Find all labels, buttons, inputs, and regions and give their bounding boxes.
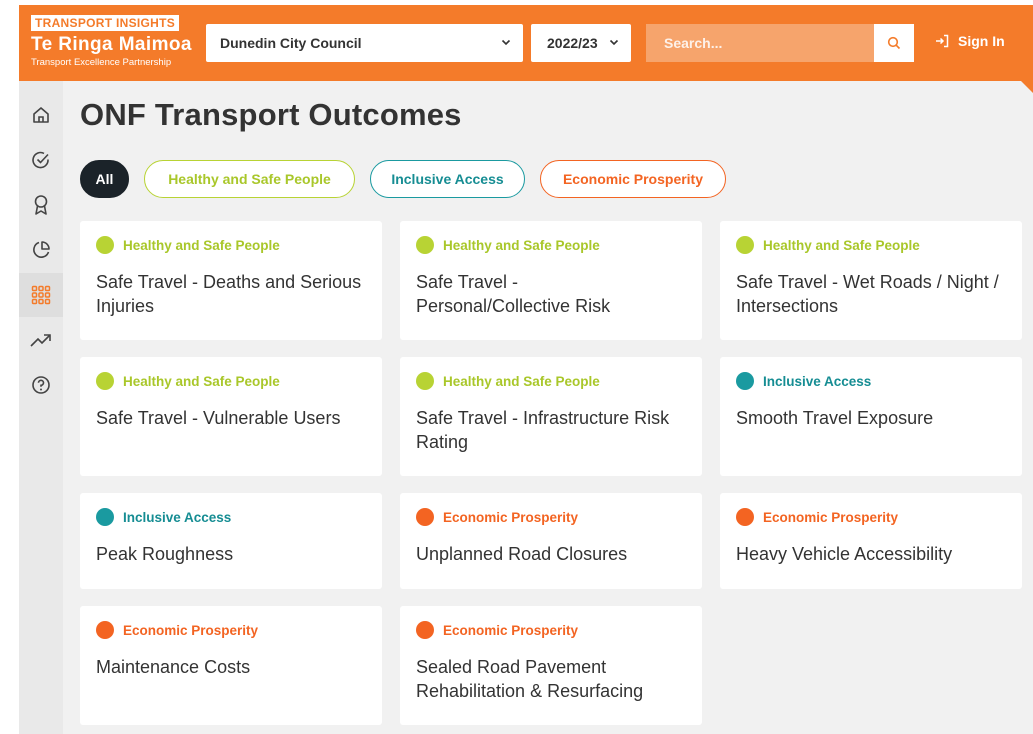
card-title: Peak Roughness [96, 544, 234, 564]
logo-top-text: TRANSPORT INSIGHTS [31, 15, 180, 31]
card-category: Economic Prosperity [736, 508, 898, 526]
sidebar-item-help[interactable] [19, 363, 63, 407]
card-title: Unplanned Road Closures [416, 544, 628, 564]
sign-in-label: Sign In [958, 33, 1005, 49]
sidebar-item-trends[interactable] [19, 318, 63, 362]
card-title: Heavy Vehicle Accessibility [736, 544, 953, 564]
card-category-label: Healthy and Safe People [123, 373, 280, 389]
card-category-label: Economic Prosperity [443, 509, 579, 525]
logo[interactable]: TRANSPORT INSIGHTS Te Ringa Maimoa Trans… [31, 14, 199, 74]
card-title: Smooth Travel Exposure [736, 408, 934, 428]
outcome-card[interactable]: Healthy and Safe People Safe Travel - Vu… [80, 357, 382, 476]
card-category-label: Economic Prosperity [443, 622, 579, 638]
outcome-card[interactable]: Healthy and Safe People Safe Travel - We… [720, 221, 1022, 340]
card-title: Safe Travel - Vulnerable Users [96, 408, 341, 428]
year-select[interactable]: 2022/23 [531, 24, 631, 62]
chevron-down-icon [501, 39, 511, 46]
card-category: Inclusive Access [96, 508, 231, 526]
card-title: Safe Travel - Infrastructure Risk Rating [416, 408, 670, 452]
outcome-card[interactable]: Healthy and Safe People Safe Travel - In… [400, 357, 702, 476]
category-dot [736, 236, 754, 254]
pie-chart-icon [33, 241, 50, 258]
card-category-label: Inclusive Access [763, 373, 872, 389]
logo-main-text: Te Ringa Maimoa [31, 34, 192, 55]
card-category-label: Inclusive Access [123, 509, 232, 525]
card-title: Safe Travel - Personal/Collective Risk [416, 272, 611, 316]
outcome-card[interactable]: Economic Prosperity Unplanned Road Closu… [400, 493, 702, 589]
sidebar [19, 81, 63, 734]
grid-icon [31, 285, 51, 305]
card-category-label: Healthy and Safe People [443, 237, 600, 253]
card-category-label: Economic Prosperity [763, 509, 899, 525]
card-category: Inclusive Access [736, 372, 871, 390]
sidebar-item-outcomes[interactable] [19, 273, 63, 317]
filter-economic-prosperity[interactable]: Economic Prosperity [540, 160, 726, 198]
category-dot [736, 372, 754, 390]
category-dot [96, 236, 114, 254]
filter-healthy-safe[interactable]: Healthy and Safe People [144, 160, 355, 198]
outcome-card[interactable]: Inclusive Access Smooth Travel Exposure [720, 357, 1022, 476]
card-category: Economic Prosperity [416, 621, 578, 639]
search-input[interactable] [646, 24, 874, 62]
help-circle-icon [32, 376, 50, 394]
filter-inclusive-access[interactable]: Inclusive Access [370, 160, 525, 198]
card-category: Healthy and Safe People [416, 236, 600, 254]
council-select-value: Dunedin City Council [220, 35, 362, 51]
card-category: Healthy and Safe People [416, 372, 600, 390]
app-window: TRANSPORT INSIGHTS Te Ringa Maimoa Trans… [19, 5, 1033, 734]
card-category: Economic Prosperity [416, 508, 578, 526]
category-dot [736, 508, 754, 526]
card-category: Healthy and Safe People [96, 236, 280, 254]
page-title: ONF Transport Outcomes [80, 97, 462, 132]
outcome-card[interactable]: Healthy and Safe People Safe Travel - Pe… [400, 221, 702, 340]
category-dot [416, 372, 434, 390]
outcome-card[interactable]: Economic Prosperity Sealed Road Pavement… [400, 606, 702, 725]
card-title: Sealed Road Pavement Rehabilitation & Re… [416, 657, 644, 701]
check-circle-icon [32, 151, 49, 169]
sign-in-button[interactable]: Sign In [935, 33, 1005, 49]
award-icon [34, 195, 48, 215]
home-icon [33, 107, 49, 123]
card-category: Healthy and Safe People [736, 236, 920, 254]
sidebar-item-checks[interactable] [19, 138, 63, 182]
outcome-card[interactable]: Healthy and Safe People Safe Travel - De… [80, 221, 382, 340]
card-title: Safe Travel - Deaths and Serious Injurie… [96, 272, 362, 316]
card-category-label: Healthy and Safe People [123, 237, 280, 253]
chevron-down-icon [609, 39, 619, 46]
header-corner [1021, 81, 1033, 93]
card-category: Economic Prosperity [96, 621, 258, 639]
card-category: Healthy and Safe People [96, 372, 280, 390]
category-dot [96, 372, 114, 390]
logo-sub-text: Transport Excellence Partnership [31, 57, 172, 68]
category-dot [416, 621, 434, 639]
category-dot [416, 508, 434, 526]
category-dot [416, 236, 434, 254]
card-title: Safe Travel - Wet Roads / Night / Inters… [736, 272, 999, 316]
category-dot [96, 508, 114, 526]
category-dot [96, 621, 114, 639]
sidebar-item-charts[interactable] [19, 228, 63, 272]
outcome-card[interactable]: Economic Prosperity Heavy Vehicle Access… [720, 493, 1022, 589]
council-select[interactable]: Dunedin City Council [206, 24, 523, 62]
year-select-value: 2022/23 [547, 35, 598, 51]
trending-up-icon [30, 334, 51, 347]
outcome-card[interactable]: Economic Prosperity Maintenance Costs [80, 606, 382, 725]
card-category-label: Healthy and Safe People [443, 373, 600, 389]
search-button[interactable] [874, 24, 914, 62]
outcome-card[interactable]: Inclusive Access Peak Roughness [80, 493, 382, 589]
sidebar-item-home[interactable] [19, 93, 63, 137]
card-category-label: Healthy and Safe People [763, 237, 920, 253]
sign-in-icon [936, 34, 949, 48]
top-header: TRANSPORT INSIGHTS Te Ringa Maimoa Trans… [19, 5, 1033, 93]
card-category-label: Economic Prosperity [123, 622, 259, 638]
filter-all[interactable]: All [80, 160, 129, 198]
card-title: Maintenance Costs [96, 657, 251, 677]
search-bar [646, 24, 914, 62]
sidebar-item-awards[interactable] [19, 183, 63, 227]
search-icon [887, 36, 901, 50]
